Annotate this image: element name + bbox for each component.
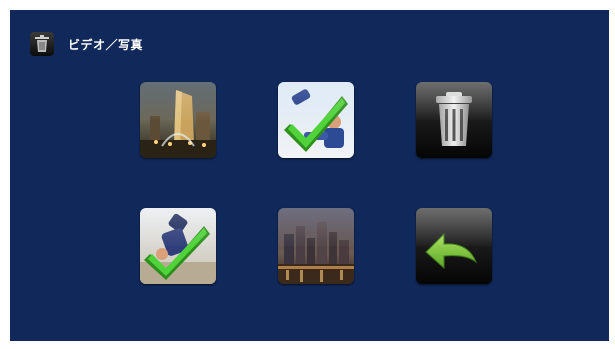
photo-tile-skater-1[interactable] <box>278 82 354 158</box>
delete-button[interactable] <box>416 82 492 158</box>
photo-tile-skater-2[interactable] <box>140 208 216 284</box>
screen: ビデオ／写真 <box>10 10 609 341</box>
page-title: ビデオ／写真 <box>68 37 144 52</box>
photo-tile-city-night[interactable] <box>278 208 354 284</box>
photo-tile-city-fountain[interactable] <box>140 82 216 158</box>
trash-icon <box>30 32 54 56</box>
back-button[interactable] <box>416 208 492 284</box>
header: ビデオ／写真 <box>30 32 143 56</box>
